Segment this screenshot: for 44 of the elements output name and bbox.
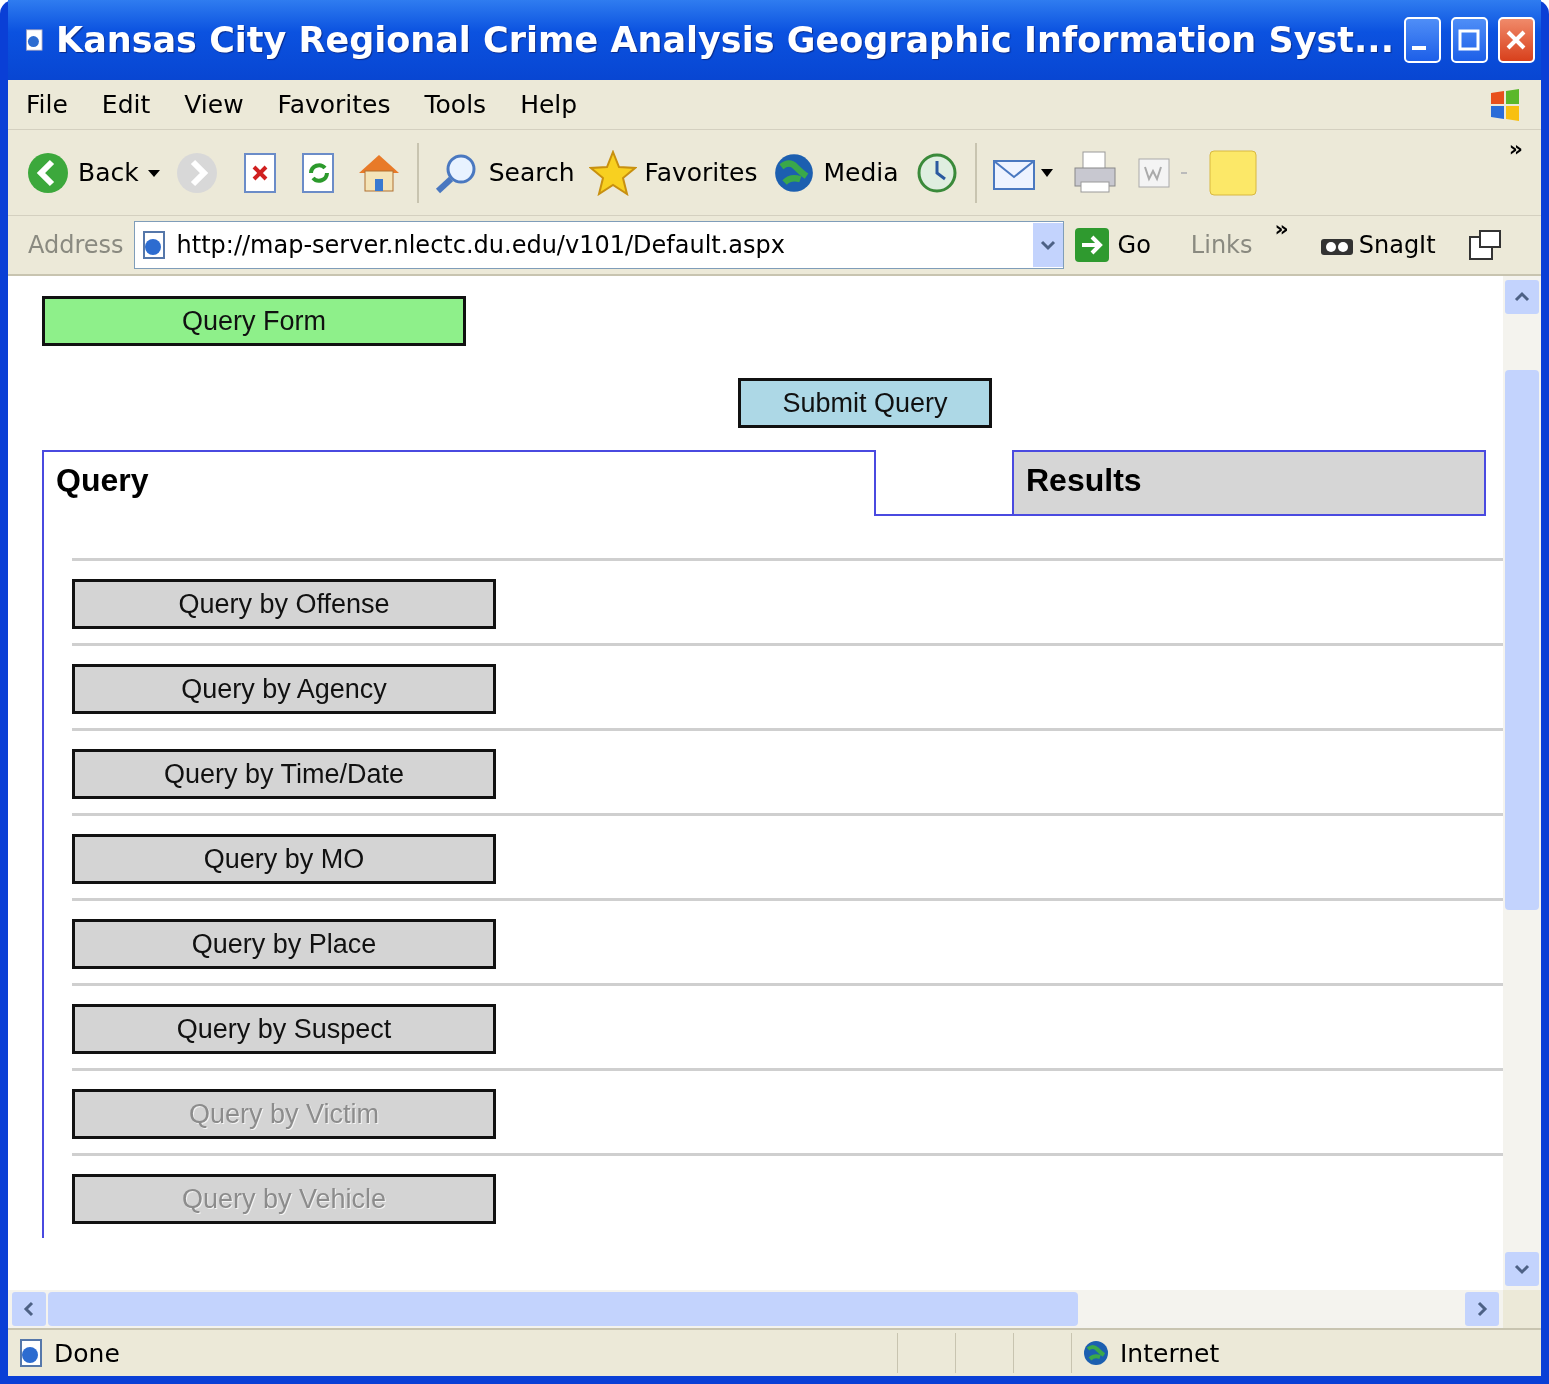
media-button[interactable]: Media xyxy=(771,150,899,195)
vertical-scrollbar[interactable] xyxy=(1503,276,1541,1290)
query-button[interactable]: Query by Agency xyxy=(72,664,496,714)
close-button[interactable] xyxy=(1497,17,1535,63)
caret-icon xyxy=(146,167,161,178)
menu-item[interactable]: View xyxy=(184,90,244,119)
maximize-button[interactable] xyxy=(1450,17,1488,63)
search-button[interactable]: Search xyxy=(432,150,575,195)
query-button[interactable]: Query by Suspect xyxy=(72,1004,496,1054)
dropdown-button[interactable] xyxy=(1032,223,1063,267)
maximize-icon xyxy=(1457,28,1482,52)
menu-item[interactable]: Help xyxy=(520,90,578,119)
star-icon xyxy=(588,149,637,196)
query-form-button[interactable]: Query Form xyxy=(42,296,466,346)
tab[interactable]: Query xyxy=(42,450,876,516)
address-label: Address xyxy=(28,231,124,259)
status-text: Done xyxy=(54,1338,121,1368)
tab[interactable]: Results xyxy=(1012,450,1486,516)
snagit-button[interactable]: SnagIt xyxy=(1318,231,1436,259)
menu-item[interactable]: Tools xyxy=(424,90,487,119)
address-field[interactable]: http://map-server.nlectc.du.edu/v101/Default.aspx xyxy=(133,221,1064,269)
query-button[interactable]: Query by Place xyxy=(72,919,496,969)
menu-item[interactable]: Favorites xyxy=(277,90,391,119)
back-button[interactable]: Back xyxy=(26,150,161,195)
favorites-button[interactable]: Favorites xyxy=(588,149,758,196)
scroll-thumb[interactable] xyxy=(1505,370,1539,910)
globe-icon xyxy=(1082,1339,1110,1367)
query-button[interactable]: Query by Offense xyxy=(72,579,496,629)
window-icon[interactable] xyxy=(1467,229,1502,261)
zone-text: Internet xyxy=(1120,1338,1220,1368)
query-button[interactable]: Query by Time/Date xyxy=(72,749,496,799)
submit-query-button[interactable]: Submit Query xyxy=(738,378,992,428)
links-chevron[interactable]: » xyxy=(1274,216,1289,241)
go-button[interactable]: Go xyxy=(1073,227,1151,263)
url-text: http://map-server.nlectc.du.edu/v101/Default.aspx xyxy=(176,231,786,259)
scroll-thumb[interactable] xyxy=(48,1292,1078,1326)
minimize-button[interactable] xyxy=(1403,17,1441,63)
menu-item[interactable]: Edit xyxy=(101,90,151,119)
more-chevron[interactable]: » xyxy=(1508,136,1523,161)
minimize-icon xyxy=(1412,46,1427,50)
query-button[interactable]: Query by MO xyxy=(72,834,496,884)
window-title: Kansas City Regional Crime Analysis Geographic Information Syst... xyxy=(56,20,1394,60)
horizontal-scrollbar[interactable] xyxy=(8,1290,1503,1328)
menu-item[interactable]: File xyxy=(26,90,68,119)
